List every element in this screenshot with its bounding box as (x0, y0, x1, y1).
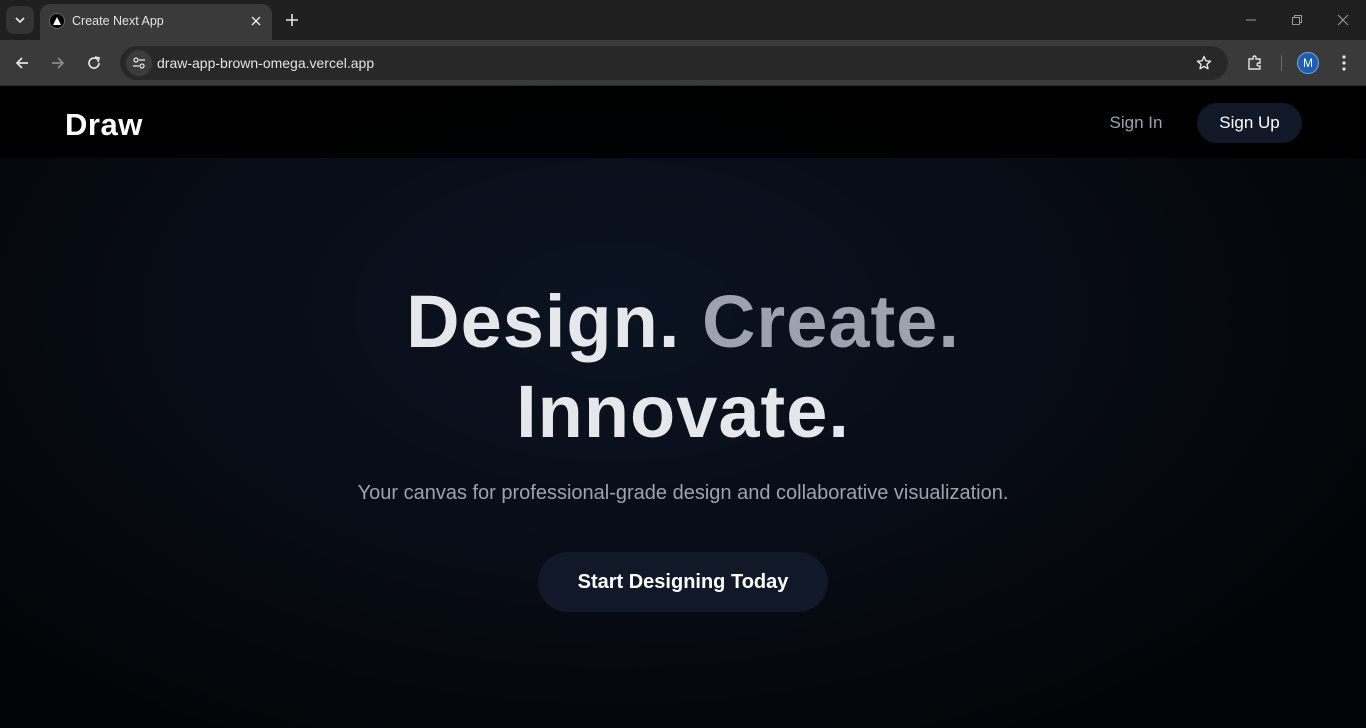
reload-button[interactable] (80, 49, 108, 77)
close-icon (1337, 14, 1349, 26)
hero-tagline: Your canvas for professional-grade desig… (357, 482, 1009, 504)
start-designing-button[interactable]: Start Designing Today (538, 552, 828, 612)
puzzle-icon (1248, 55, 1261, 70)
forward-button[interactable] (44, 49, 72, 77)
sign-up-button[interactable]: Sign Up (1197, 103, 1302, 143)
close-icon (251, 16, 261, 26)
hero-word-design: Design. (406, 280, 681, 363)
browser-menu-button[interactable] (1332, 50, 1356, 76)
star-icon (1196, 55, 1212, 70)
hero-line-2: Innovate. (0, 367, 1366, 457)
browser-tabstrip: Create Next App (0, 0, 1366, 40)
tune-icon (133, 57, 145, 69)
restore-icon (1292, 15, 1302, 25)
back-button[interactable] (8, 49, 36, 77)
arrow-left-icon (15, 57, 28, 69)
plus-icon (286, 14, 298, 26)
profile-avatar[interactable]: M (1297, 52, 1319, 74)
toolbar-divider (1281, 55, 1282, 71)
url-text[interactable]: draw-app-brown-omega.vercel.app (157, 55, 374, 71)
restore-button[interactable] (1274, 4, 1320, 36)
site-header: Draw Sign In Sign Up (0, 87, 1366, 158)
page-viewport: Draw Sign In Sign Up Design. Create. Inn… (0, 87, 1366, 728)
tab-search-button[interactable] (6, 6, 34, 34)
window-close-button[interactable] (1320, 4, 1366, 36)
more-vertical-icon (1342, 55, 1346, 71)
site-info-button[interactable] (126, 50, 152, 76)
browser-toolbar: draw-app-brown-omega.vercel.app M (0, 40, 1366, 86)
site-logo[interactable]: Draw (65, 107, 143, 143)
browser-tab[interactable]: Create Next App (40, 4, 272, 40)
hero-heading: Design. Create. Innovate. (0, 277, 1366, 457)
hero-line-1: Design. Create. (0, 277, 1366, 367)
minimize-icon (1246, 19, 1256, 21)
chevron-down-icon (15, 17, 25, 24)
nextjs-favicon-icon (49, 13, 65, 29)
minimize-button[interactable] (1228, 4, 1274, 36)
bookmark-button[interactable] (1192, 51, 1216, 75)
tab-close-button[interactable] (246, 11, 266, 31)
extensions-button[interactable] (1242, 50, 1268, 76)
tab-title: Create Next App (72, 14, 164, 28)
hero-word-create: Create. (701, 280, 960, 363)
address-bar[interactable]: draw-app-brown-omega.vercel.app (120, 46, 1228, 80)
arrow-right-icon (52, 57, 65, 69)
hero-word-innovate: Innovate. (516, 370, 850, 453)
new-tab-button[interactable] (280, 8, 304, 32)
reload-icon (88, 56, 101, 69)
sign-in-button[interactable]: Sign In (1094, 103, 1178, 143)
